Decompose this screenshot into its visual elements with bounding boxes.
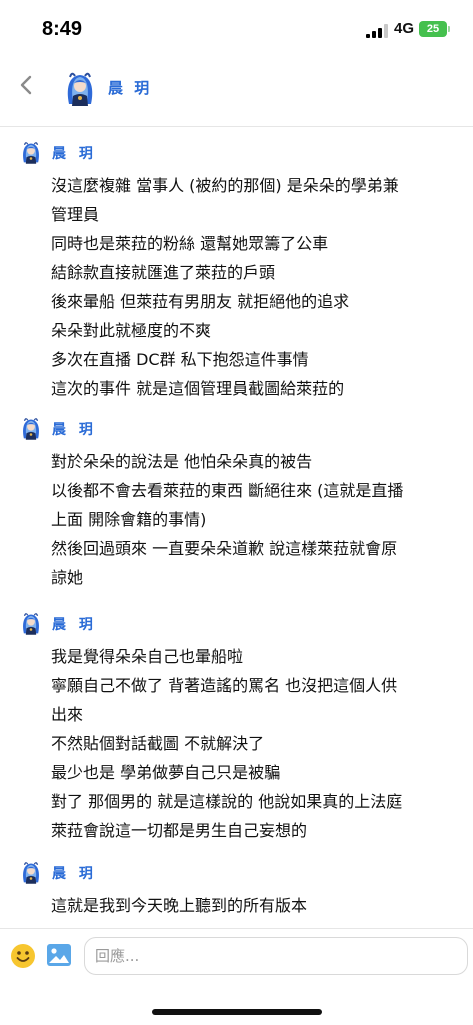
message-body: 我是覺得朵朵自己也暈船啦 寧願自己不做了 背著造謠的罵名 也沒把這個人供 出來 … (51, 642, 461, 845)
author-name[interactable]: 晨 玥 (52, 614, 97, 634)
message-line: 然後回過頭來 一直要朵朵道歉 說這樣萊菈就會原 (51, 539, 398, 558)
message-line: 寧願自己不做了 背著造謠的罵名 也沒把這個人供 (51, 676, 398, 695)
message-line: 後來暈船 但萊菈有男朋友 就拒絕他的追求 (51, 292, 350, 311)
message-line: 沒這麼複雜 當事人 (被約的那個) 是朵朵的學弟兼 (51, 176, 399, 195)
network-type: 4G (394, 20, 415, 37)
message-line: 這次的事件 就是這個管理員截圖給萊菈的 (51, 379, 345, 398)
message-line: 出來 (51, 705, 84, 724)
header-title[interactable]: 晨 玥 (108, 77, 152, 98)
status-time: 8:49 (42, 18, 83, 40)
message-body: 這就是我到今天晚上聽到的所有版本 (51, 891, 461, 920)
message-line: 以後都不會去看萊菈的東西 斷絕往來 (這就是直播 (51, 481, 404, 500)
battery-icon: 25 (419, 21, 450, 37)
chat-header: 晨 玥 (0, 60, 473, 114)
chevron-left-icon[interactable] (16, 74, 38, 96)
status-bar: 8:49 4G 25 (0, 0, 473, 60)
message-body: 沒這麼複雜 當事人 (被約的那個) 是朵朵的學弟兼 管理員 同時也是萊菈的粉絲 … (51, 171, 461, 403)
message-line: 管理員 (51, 205, 100, 224)
message-line: 朵朵對此就極度的不爽 (51, 321, 212, 340)
message-line: 上面 開除會籍的事情) (51, 510, 207, 529)
author-name[interactable]: 晨 玥 (52, 863, 97, 883)
avatar[interactable] (18, 859, 44, 885)
message-line: 對了 那個男的 就是這樣說的 他說如果真的上法庭 (51, 792, 403, 811)
header-divider (0, 126, 473, 127)
message-line: 對於朵朵的說法是 他怕朵朵真的被告 (51, 452, 313, 471)
message-line: 最少也是 學弟做夢自己只是被騙 (51, 763, 281, 782)
message-line: 同時也是萊菈的粉絲 還幫她眾籌了公車 (51, 234, 329, 253)
home-indicator[interactable] (152, 1009, 322, 1015)
avatar[interactable] (18, 415, 44, 441)
author-name[interactable]: 晨 玥 (52, 143, 97, 163)
avatar[interactable] (18, 139, 44, 165)
reply-input[interactable]: 回應... (84, 937, 468, 975)
signal-icon (366, 24, 388, 38)
message-line: 結餘款直接就匯進了萊菈的戶頭 (51, 263, 276, 282)
reply-bar: 回應... (0, 928, 473, 1025)
message-line: 多次在直播 DC群 私下抱怨這件事情 (51, 350, 309, 369)
message-line: 不然貼個對話截圖 不就解決了 (51, 734, 265, 753)
message-line: 這就是我到今天晚上聽到的所有版本 (51, 896, 308, 915)
smiley-icon[interactable] (10, 943, 36, 969)
header-avatar[interactable] (60, 68, 100, 108)
message-line: 諒她 (51, 568, 84, 587)
avatar[interactable] (18, 610, 44, 636)
message-body: 對於朵朵的說法是 他怕朵朵真的被告 以後都不會去看萊菈的東西 斷絕往來 (這就是… (51, 447, 461, 592)
author-name[interactable]: 晨 玥 (52, 419, 97, 439)
message-line: 萊菈會說這一切都是男生自己妄想的 (51, 821, 308, 840)
message-line: 我是覺得朵朵自己也暈船啦 (51, 647, 244, 666)
image-icon[interactable] (46, 943, 72, 967)
